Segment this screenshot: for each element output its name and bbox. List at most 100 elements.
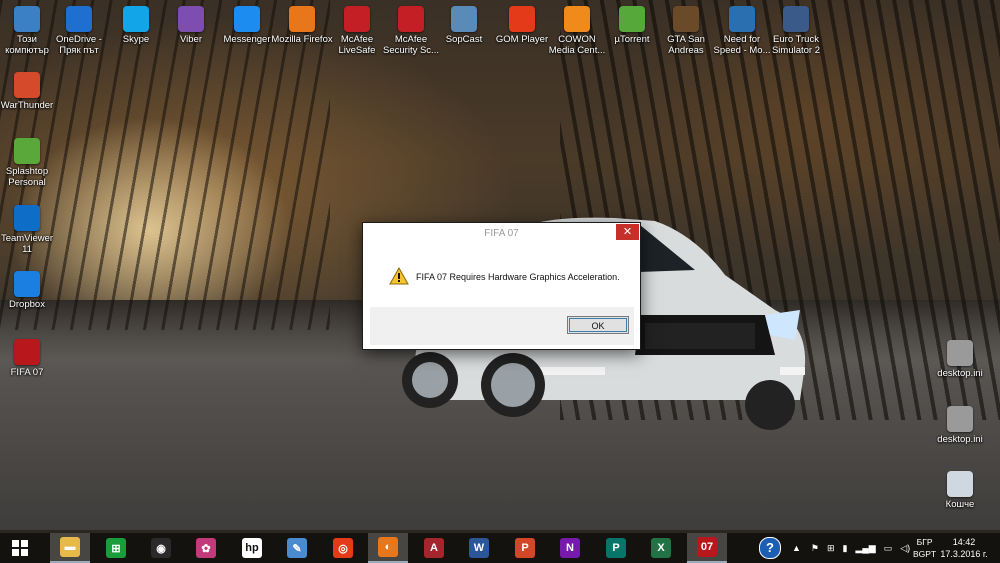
taskbar-photo-app[interactable]: ✿	[186, 533, 226, 563]
dialog-titlebar[interactable]: FIFA 07 ✕	[363, 223, 640, 245]
onenote-icon: N	[560, 538, 580, 558]
error-dialog: FIFA 07 ✕ FIFA 07 Requires Hardware Grap…	[362, 222, 641, 350]
nfs-icon	[729, 6, 755, 32]
fifa-icon: 07	[697, 537, 717, 557]
taskbar-file-explorer[interactable]: ▬	[50, 533, 90, 563]
gta-icon	[673, 6, 699, 32]
desktop-icon-label: Viber	[179, 34, 202, 45]
dialog-footer: OK	[370, 307, 634, 345]
taskbar-access[interactable]: A	[414, 533, 454, 563]
clock-time: 14:42	[952, 537, 976, 547]
desktop-icon-label: Splashtop Personal	[5, 166, 49, 188]
hp-icon: hp	[242, 538, 262, 558]
desktop-icon-dropbox[interactable]: Dropbox	[0, 271, 59, 310]
taskbar-powerpoint[interactable]: P	[505, 533, 545, 563]
mcafee-security-icon	[398, 6, 424, 32]
desktop-icon-label: Кошче	[945, 499, 975, 510]
taskbar-publisher[interactable]: P	[596, 533, 636, 563]
help-button[interactable]: ?	[752, 533, 788, 563]
desktop-icon-label: SopCast	[445, 34, 483, 45]
desktop-icon-label: FIFA 07	[10, 367, 44, 378]
taskbar-paint[interactable]: ✎	[277, 533, 317, 563]
messenger-icon	[234, 6, 260, 32]
desktop-icon-truck[interactable]: Euro Truck Simulator 2	[764, 6, 828, 56]
input-language-indicator[interactable]: БГР BGPT	[913, 536, 936, 560]
desktop-icon-label: Dropbox	[9, 299, 45, 310]
cowon-icon	[564, 6, 590, 32]
gom-player-icon: ◎	[333, 538, 353, 558]
desktop-icon-gta[interactable]: GTA San Andreas	[654, 6, 718, 56]
desktop-icon-label: Euro Truck Simulator 2	[771, 34, 821, 56]
taskbar: ▬ ⊞ ◉ ✿ hp ✎ ◎ ◐ A W P N P X 07 ? ▲ ⚑ ⊞ ▮ ▂▄▆ ▭ ◁) БГР…	[0, 533, 1000, 563]
settings-file-icon	[947, 406, 973, 432]
language-label: БГР	[916, 537, 933, 547]
volume-icon[interactable]: ◁)	[900, 543, 910, 554]
desktop-icon-onedrive[interactable]: OneDrive - Пряк път	[47, 6, 111, 56]
powerpoint-icon: P	[515, 538, 535, 558]
taskbar-firefox[interactable]: ◐	[368, 533, 408, 563]
taskbar-word[interactable]: W	[459, 533, 499, 563]
utorrent-icon	[619, 6, 645, 32]
excel-icon: X	[651, 538, 671, 558]
clock-date: 17.3.2016 г.	[940, 549, 988, 559]
access-icon: A	[424, 538, 444, 558]
teamviewer-icon	[14, 205, 40, 231]
word-icon: W	[469, 538, 489, 558]
taskbar-gom[interactable]: ◎	[323, 533, 363, 563]
skype-icon	[123, 6, 149, 32]
taskbar-webcam[interactable]: ◉	[141, 533, 181, 563]
action-center-flag-icon[interactable]: ⚑	[811, 543, 819, 554]
sound-tray-icon[interactable]: ▮	[843, 543, 848, 554]
taskbar-store[interactable]: ⊞	[96, 533, 136, 563]
dialog-close-button[interactable]: ✕	[616, 224, 639, 240]
keyboard-label: BGPT	[913, 549, 937, 559]
desktop-icon-recycle-bin[interactable]: Кошче	[928, 471, 992, 510]
show-hidden-icons-chevron-icon[interactable]: ▲	[792, 543, 801, 553]
desktop-icon-fifa[interactable]: FIFA 07	[0, 339, 59, 378]
desktop-icon-label: TeamViewer 11	[0, 233, 54, 255]
taskbar-hp[interactable]: hp	[232, 533, 272, 563]
recycle-bin-icon	[947, 471, 973, 497]
taskbar-onenote[interactable]: N	[550, 533, 590, 563]
battery-icon[interactable]: ▭	[884, 543, 893, 554]
store-icon: ⊞	[106, 538, 126, 558]
truck-icon	[783, 6, 809, 32]
firefox-icon: ◐	[378, 537, 398, 557]
mcafee-icon	[344, 6, 370, 32]
taskbar-fifa[interactable]: 07	[687, 533, 727, 563]
desktop-icon-label: WarThunder	[0, 100, 54, 111]
taskbar-excel[interactable]: X	[641, 533, 681, 563]
warthunder-icon	[14, 72, 40, 98]
splashtop-icon	[14, 138, 40, 164]
publisher-icon: P	[606, 538, 626, 558]
computer-icon	[14, 6, 40, 32]
desktop-icon-label: OneDrive - Пряк път	[56, 34, 102, 56]
photos-icon: ✿	[196, 538, 216, 558]
dropbox-icon	[14, 271, 40, 297]
system-tray: ▲ ⚑ ⊞ ▮ ▂▄▆ ▭ ◁)	[792, 533, 910, 563]
ok-button[interactable]: OK	[567, 316, 629, 334]
windows-tray-icon[interactable]: ⊞	[827, 543, 835, 554]
clock[interactable]: 14:42 17.3.2016 г.	[934, 536, 994, 560]
onedrive-icon	[66, 6, 92, 32]
desktop-icon-sopcast[interactable]: SopCast	[432, 6, 496, 45]
warning-icon	[389, 267, 409, 285]
firefox-icon	[289, 6, 315, 32]
start-button[interactable]	[0, 533, 40, 563]
dialog-message: FIFA 07 Requires Hardware Graphics Accel…	[416, 272, 620, 282]
desktop-icon-settings-file[interactable]: desktop.ini	[928, 340, 992, 379]
desktop-icon-label: desktop.ini	[937, 434, 983, 445]
desktop-icon-viber[interactable]: Viber	[159, 6, 223, 45]
network-signal-icon[interactable]: ▂▄▆	[856, 543, 876, 554]
folder-icon: ▬	[60, 537, 80, 557]
desktop-icon-label: desktop.ini	[937, 368, 983, 379]
gom-player-icon	[509, 6, 535, 32]
settings-file-icon	[947, 340, 973, 366]
desktop-icon-splashtop[interactable]: Splashtop Personal	[0, 138, 59, 188]
desktop-icon-label: GTA San Andreas	[667, 34, 705, 56]
desktop-icon-settings-file[interactable]: desktop.ini	[928, 406, 992, 445]
sopcast-icon	[451, 6, 477, 32]
desktop-icon-teamviewer[interactable]: TeamViewer 11	[0, 205, 59, 255]
dialog-title: FIFA 07	[484, 228, 519, 239]
desktop-icon-warthunder[interactable]: WarThunder	[0, 72, 59, 111]
